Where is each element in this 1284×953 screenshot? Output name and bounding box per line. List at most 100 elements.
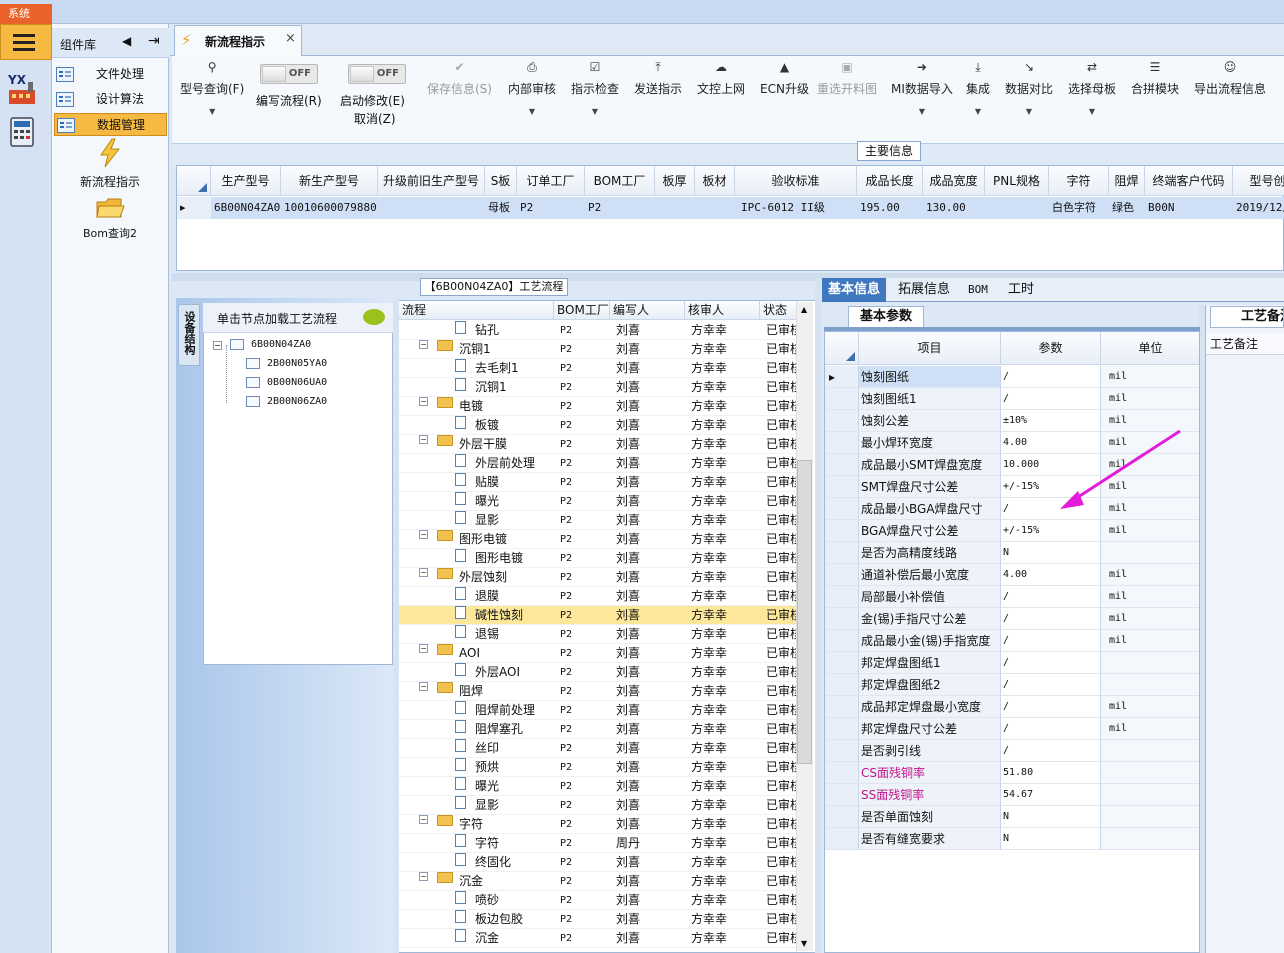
toggle-switch[interactable]: OFF: [260, 64, 318, 84]
scroll-up-icon[interactable]: ▲: [801, 305, 807, 314]
tree-collapse-icon[interactable]: −: [419, 530, 428, 539]
parameter-row[interactable]: 局部最小补偿值 / mil: [825, 586, 1199, 608]
parameter-cell-param[interactable]: 4.00: [1001, 564, 1101, 586]
row-header[interactable]: [825, 806, 859, 828]
instruction-check-button[interactable]: ☑ 指示检查 ▼: [571, 60, 619, 116]
table-cell[interactable]: P2: [585, 197, 655, 219]
data-compare-button[interactable]: ↘ 数据对比 ▼: [1005, 60, 1053, 116]
column-header[interactable]: 验收标准: [735, 166, 857, 196]
table-cell[interactable]: 195.00: [857, 197, 923, 219]
write-flow-toggle[interactable]: OFF 编写流程(R): [256, 64, 328, 112]
column-header[interactable]: PNL规格: [985, 166, 1049, 196]
flow-group-row[interactable]: − 沉铜1 P2 刘喜 方幸幸 已审核: [399, 340, 802, 359]
flow-group-row[interactable]: − 字符 P2 刘喜 方幸幸 已审核: [399, 815, 802, 834]
flow-group-row[interactable]: − 阻焊 P2 刘喜 方幸幸 已审核: [399, 682, 802, 701]
tree-collapse-icon[interactable]: −: [419, 568, 428, 577]
column-header[interactable]: 升级前旧生产型号: [378, 166, 485, 196]
column-header[interactable]: 单位: [1101, 332, 1199, 365]
pin-exit-icon[interactable]: ⇥: [148, 33, 160, 49]
tree-node[interactable]: 2B00N06ZA0: [267, 396, 327, 407]
column-header[interactable]: BOM工厂: [585, 166, 655, 196]
row-header[interactable]: [825, 520, 859, 542]
flow-step-row[interactable]: 碱性蚀刻 P2 刘喜 方幸幸 已审核: [399, 606, 802, 625]
row-header[interactable]: [825, 564, 859, 586]
subtab-basic-params[interactable]: 基本参数: [848, 306, 924, 328]
export-flow-info-button[interactable]: ☺ 导出流程信息: [1194, 60, 1266, 97]
column-header[interactable]: 参数: [1001, 332, 1101, 365]
column-header[interactable]: BOM工厂: [554, 301, 610, 320]
table-cell[interactable]: B00N: [1145, 197, 1233, 219]
row-header[interactable]: [825, 608, 859, 630]
row-header[interactable]: [825, 476, 859, 498]
parameter-row[interactable]: 是否单面蚀刻 N: [825, 806, 1199, 828]
tab-process-remark[interactable]: 工艺备注: [1210, 306, 1284, 328]
table-cell[interactable]: [985, 197, 1049, 219]
ecn-upgrade-button[interactable]: ▲ ECN升级: [760, 60, 809, 97]
library-item-design-algorithm[interactable]: 设计算法: [54, 88, 167, 111]
parameter-row[interactable]: SS面残铜率 54.67: [825, 784, 1199, 806]
flow-step-row[interactable]: 显影 P2 刘喜 方幸幸 已审核: [399, 796, 802, 815]
table-cell[interactable]: 2019/12/2: [1233, 197, 1284, 219]
column-header[interactable]: 编写人: [610, 301, 685, 320]
internal-review-button[interactable]: ⎙ 内部审核 ▼: [508, 60, 556, 116]
flow-step-row[interactable]: 贴膜 P2 刘喜 方幸幸 已审核: [399, 473, 802, 492]
flow-step-row[interactable]: 终固化 P2 刘喜 方幸幸 已审核: [399, 853, 802, 872]
parameter-cell-param[interactable]: /: [1001, 608, 1101, 630]
parameter-row[interactable]: CS面残铜率 51.80: [825, 762, 1199, 784]
row-header[interactable]: [825, 740, 859, 762]
column-header[interactable]: 型号创: [1233, 166, 1284, 196]
library-item-file-processing[interactable]: 文件处理: [54, 63, 167, 86]
tab-new-flow[interactable]: ⚡ 新流程指示 ×: [174, 25, 302, 56]
parameter-cell-param[interactable]: /: [1001, 630, 1101, 652]
library-item-data-management[interactable]: 数据管理: [54, 113, 167, 136]
row-header[interactable]: [825, 630, 859, 652]
parameter-cell-param[interactable]: +/-15%: [1001, 520, 1101, 542]
table-cell[interactable]: IPC-6012 II级: [735, 197, 857, 219]
start-edit-toggle[interactable]: OFF 启动修改(E) 取消(Z): [340, 64, 416, 126]
tree-collapse-icon[interactable]: −: [213, 341, 222, 350]
yx-factory-icon[interactable]: YX: [6, 72, 42, 106]
parameter-cell-param[interactable]: /: [1001, 740, 1101, 762]
table-cell[interactable]: [695, 197, 735, 219]
row-header[interactable]: [825, 498, 859, 520]
parameter-cell-param[interactable]: /: [1001, 674, 1101, 696]
column-header[interactable]: 终端客户代码: [1145, 166, 1233, 196]
table-cell[interactable]: 10010600079880: [281, 197, 378, 219]
tree-collapse-icon[interactable]: −: [419, 872, 428, 881]
row-header[interactable]: [825, 388, 859, 410]
tree-node[interactable]: 0B00N06UA0: [267, 377, 327, 388]
row-header[interactable]: [825, 828, 859, 850]
row-header[interactable]: [825, 586, 859, 608]
integrate-button[interactable]: ⤓ 集成 ▼: [966, 60, 990, 116]
flow-step-row[interactable]: 退锡 P2 刘喜 方幸幸 已审核: [399, 625, 802, 644]
vertical-splitter[interactable]: [815, 278, 821, 953]
tree-collapse-icon[interactable]: −: [419, 815, 428, 824]
tab-work-hours[interactable]: 工时: [1002, 278, 1040, 302]
parameter-row[interactable]: ▸ 蚀刻图纸 / mil: [825, 366, 1199, 388]
tab-extended-info[interactable]: 拓展信息: [892, 278, 956, 302]
column-header[interactable]: 板材: [695, 166, 735, 196]
tree-node-root[interactable]: 6B00N04ZA0: [251, 339, 311, 350]
tab-basic-info[interactable]: 基本信息: [822, 278, 887, 302]
flow-step-row[interactable]: 板边包胶 P2 刘喜 方幸幸 已审核: [399, 910, 802, 929]
parameter-cell-param[interactable]: N: [1001, 806, 1101, 828]
parameter-row[interactable]: 是否为高精度线路 N: [825, 542, 1199, 564]
reselect-cutting-chart-button[interactable]: ▣ 重选开料图: [817, 60, 877, 97]
close-icon[interactable]: ×: [285, 31, 296, 46]
parameter-cell-param[interactable]: /: [1001, 718, 1101, 740]
row-header[interactable]: [825, 410, 859, 432]
parameter-row[interactable]: 是否剥引线 /: [825, 740, 1199, 762]
table-cell[interactable]: [378, 197, 485, 219]
tree-collapse-icon[interactable]: −: [419, 397, 428, 406]
column-header[interactable]: 板厚: [655, 166, 695, 196]
flow-step-row[interactable]: 显影 P2 刘喜 方幸幸 已审核: [399, 511, 802, 530]
parameter-cell-param[interactable]: /: [1001, 366, 1101, 388]
shortcut-new-flow[interactable]: 新流程指示: [64, 138, 156, 190]
system-menu-tab[interactable]: 系统: [0, 4, 52, 24]
column-header[interactable]: 成品长度: [857, 166, 923, 196]
row-header[interactable]: [825, 432, 859, 454]
flow-group-row[interactable]: − 电镀 P2 刘喜 方幸幸 已审核: [399, 397, 802, 416]
flow-step-row[interactable]: 曝光 P2 刘喜 方幸幸 已审核: [399, 777, 802, 796]
parameter-cell-param[interactable]: N: [1001, 542, 1101, 564]
column-header[interactable]: S板: [485, 166, 517, 196]
